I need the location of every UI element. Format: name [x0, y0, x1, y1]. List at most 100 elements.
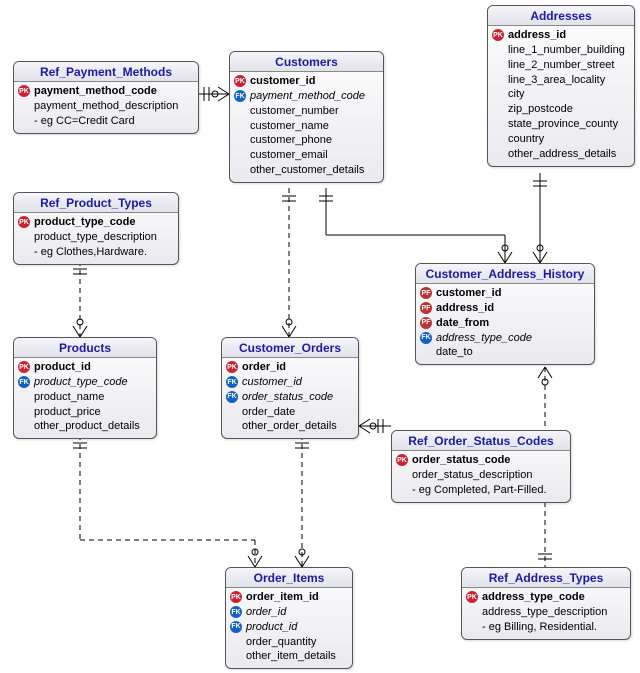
entity-title: Ref_Payment_Methods — [14, 62, 198, 82]
entity-ref_address_types: Ref_Address_TypesPKaddress_type_codeaddr… — [461, 567, 631, 640]
attr-row: PF date_from — [420, 316, 590, 331]
entity-ref_product_types: Ref_Product_TypesPKproduct_type_codeprod… — [13, 192, 179, 265]
attr-row: product_name — [18, 390, 152, 405]
attr-row: FKpayment_method_code — [234, 89, 379, 104]
fk-key-icon: FK — [420, 332, 432, 344]
attr-name: order_quantity — [246, 635, 316, 650]
attr-row: product_price — [18, 405, 152, 420]
attr-row: FK customer_id — [226, 375, 354, 390]
attr-row: PK order_id — [226, 360, 354, 375]
attr-name: customer_number — [250, 104, 339, 119]
attr-row: - eg CC=Credit Card — [18, 114, 194, 129]
attr-name: line_3_area_locality — [508, 73, 605, 88]
pk-key-icon: PK — [492, 29, 504, 41]
entity-ref_payment_methods: Ref_Payment_MethodsPKpayment_method_code… — [13, 61, 199, 134]
attr-row: other_product_details — [18, 419, 152, 434]
attr-row: line_3_area_locality — [492, 73, 630, 88]
attr-name: product_price — [34, 405, 101, 420]
attr-row: order_quantity — [230, 635, 348, 650]
attr-name: - eg Completed, Part-Filled. — [412, 483, 547, 498]
attr-name: date_from — [436, 316, 489, 331]
attr-name: customer_phone — [250, 133, 332, 148]
attr-name: - eg Billing, Residential. — [482, 620, 597, 635]
attr-row: PKorder_item_id — [230, 590, 348, 605]
attr-row: date_to — [420, 345, 590, 360]
attr-name: other_product_details — [34, 419, 140, 434]
attr-name: customer_email — [250, 148, 328, 163]
attr-name: line_2_number_street — [508, 58, 614, 73]
attr-row: line_2_number_street — [492, 58, 630, 73]
attr-name: order_date — [242, 405, 295, 420]
attr-name: product_type_code — [34, 215, 135, 230]
attr-name: customer_name — [250, 119, 329, 134]
attr-row: other_item_details — [230, 649, 348, 664]
pk-key-icon: PK — [18, 216, 30, 228]
entity-title: Products — [14, 338, 156, 358]
fk-key-icon: FK — [18, 376, 30, 388]
erd-canvas: { "entities": { "ref_payment_methods": {… — [0, 0, 640, 673]
attr-name: city — [508, 87, 525, 102]
entity-order_items: Order_ItemsPKorder_item_idFKorder_idFKpr… — [225, 567, 353, 669]
attr-row: - eg Completed, Part-Filled. — [396, 483, 566, 498]
entity-addresses: AddressesPKaddress_idline_1_number_build… — [487, 5, 635, 167]
attr-row: order_date — [226, 405, 354, 420]
attr-row: FK address_type_code — [420, 331, 590, 346]
attr-name: zip_postcode — [508, 102, 573, 117]
attr-row: customer_phone — [234, 133, 379, 148]
attrs: PK order_status_codeorder_status_descript… — [392, 451, 570, 502]
attr-name: date_to — [436, 345, 473, 360]
fk-key-icon: FK — [226, 376, 238, 388]
attr-row: PK order_status_code — [396, 453, 566, 468]
attr-name: order_status_code — [412, 453, 510, 468]
entity-ref_order_status_codes: Ref_Order_Status_Codes PK order_status_cod… — [391, 430, 571, 503]
attr-row: PKproduct_id — [18, 360, 152, 375]
pk-key-icon: PK — [466, 591, 478, 603]
attr-row: address_type_description — [466, 605, 626, 620]
attr-name: address_type_code — [436, 331, 532, 346]
attr-name: address_type_description — [482, 605, 607, 620]
attr-row: zip_postcode — [492, 102, 630, 117]
attr-name: product_name — [34, 390, 104, 405]
entity-title: Ref_Address_Types — [462, 568, 630, 588]
attr-row: city — [492, 87, 630, 102]
attr-row: other_order_details — [226, 419, 354, 434]
attr-name: payment_method_description — [34, 99, 178, 114]
attr-row: state_province_county — [492, 117, 630, 132]
attr-row: product_type_description — [18, 230, 174, 245]
attr-row: - eg Clothes,Hardware. — [18, 245, 174, 260]
pf-key-icon: PF — [420, 317, 432, 329]
entity-products: ProductsPKproduct_idFKproduct_type_codep… — [13, 337, 157, 439]
attrs: PKaddress_type_codeaddress_type_descript… — [462, 588, 630, 639]
attr-row: FKproduct_type_code — [18, 375, 152, 390]
attrs: PKpayment_method_codepayment_method_desc… — [14, 82, 198, 133]
attr-row: - eg Billing, Residential. — [466, 620, 626, 635]
attr-row: PKaddress_id — [492, 28, 630, 43]
pk-key-icon: PK — [226, 361, 238, 373]
attr-name: address_id — [436, 301, 494, 316]
attrs: PKorder_item_idFK order_idFK product_idord… — [226, 588, 352, 668]
attr-name: order_id — [242, 360, 286, 375]
fk-key-icon: FK — [226, 391, 238, 403]
attr-name: product_id — [34, 360, 91, 375]
attr-name: product_id — [246, 620, 297, 635]
attr-row: PFcustomer_id — [420, 286, 590, 301]
attr-row: customer_name — [234, 119, 379, 134]
pk-key-icon: PK — [234, 75, 246, 87]
attr-row: FK order_id — [230, 605, 348, 620]
fk-key-icon: FK — [234, 90, 246, 102]
attr-name: state_province_county — [508, 117, 618, 132]
pk-key-icon: PK — [396, 454, 408, 466]
attr-name: order_status_description — [412, 468, 532, 483]
attrs: PFcustomer_idPFaddress_idPFdate_fromFKad… — [416, 284, 594, 364]
attr-name: country — [508, 132, 544, 147]
attrs: PKcustomer_idFKpayment_method_codecustom… — [230, 72, 383, 182]
entity-customers: CustomersPKcustomer_idFKpayment_method_c… — [229, 51, 384, 183]
fk-key-icon: FK — [230, 606, 242, 618]
attr-name: - eg CC=Credit Card — [34, 114, 135, 129]
attr-name: customer_id — [242, 375, 302, 390]
entity-title: Ref_Order_Status_Codes — [392, 431, 570, 451]
entity-title: Order_Items — [226, 568, 352, 588]
pf-key-icon: PF — [420, 302, 432, 314]
attr-name: order_id — [246, 605, 286, 620]
attr-name: product_type_description — [34, 230, 157, 245]
